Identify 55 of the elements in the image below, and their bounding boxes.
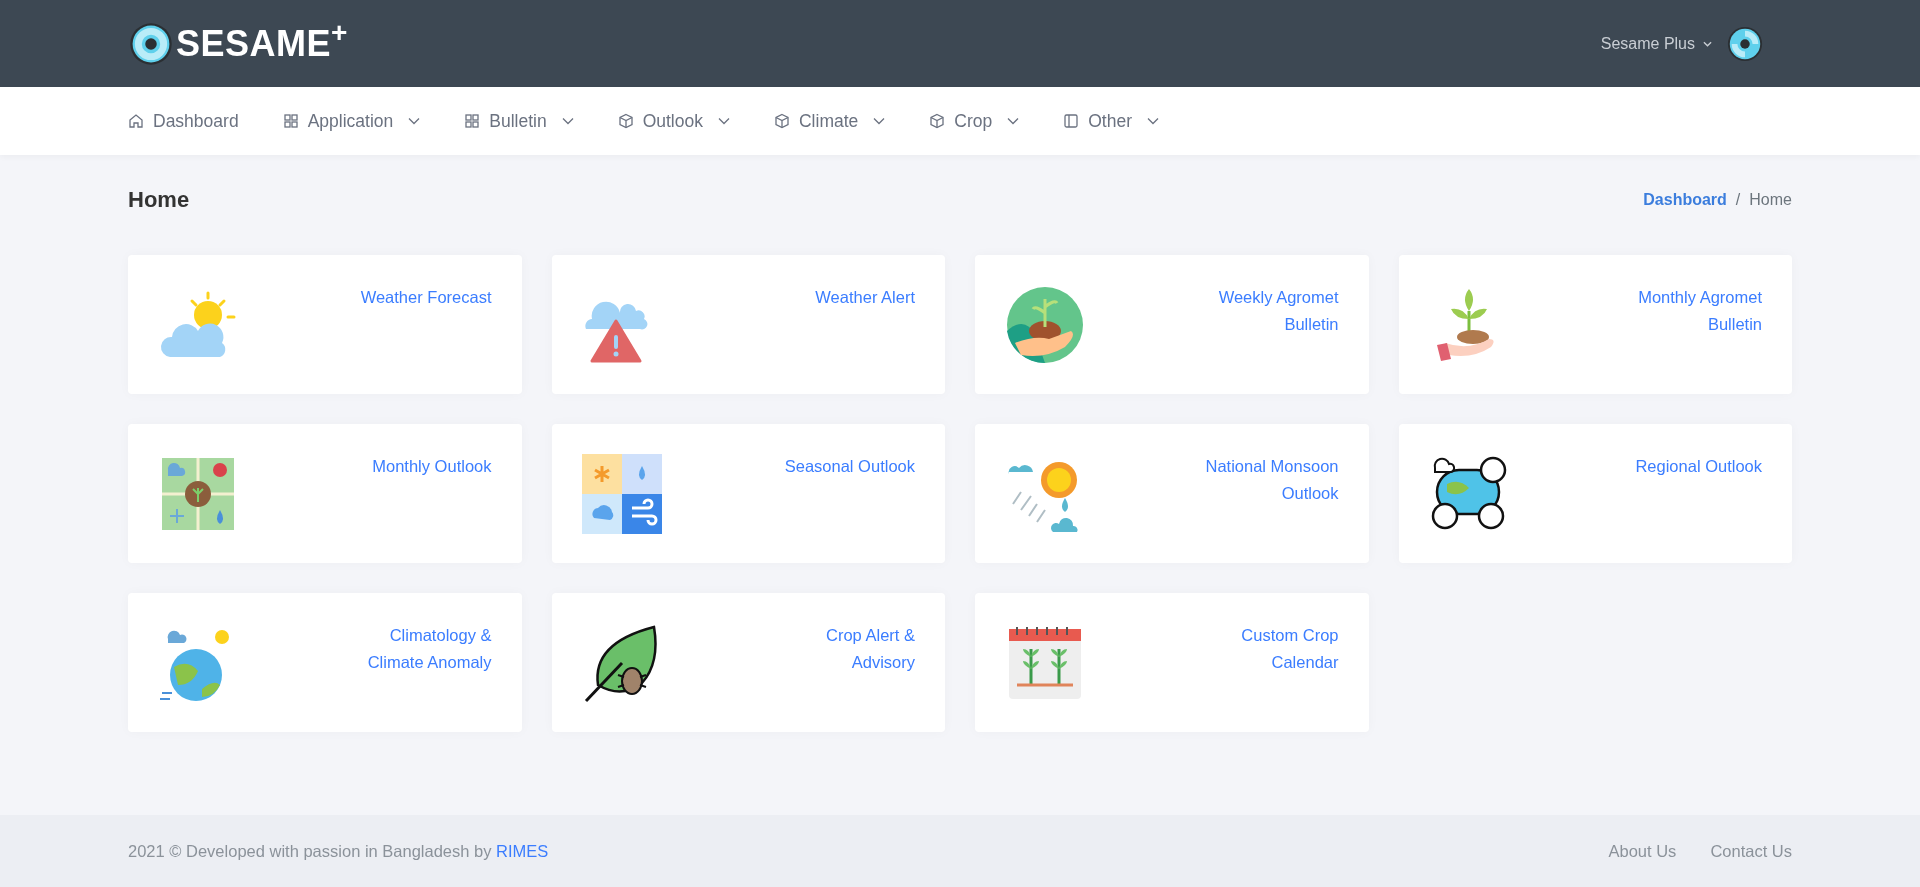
card-title[interactable]: Weekly Agromet Bulletin: [1218, 284, 1339, 338]
chevron-down-icon: [1147, 117, 1159, 125]
dashboard-card[interactable]: Seasonal Outlook: [551, 424, 945, 563]
user-menu[interactable]: Sesame Plus: [1600, 34, 1712, 53]
dashboard-card[interactable]: Custom Crop Calendar: [975, 593, 1369, 732]
card-title[interactable]: Climatology & Climate Anomaly: [367, 622, 492, 676]
nav-item[interactable]: Outlook: [617, 110, 730, 132]
dashboard-card[interactable]: Crop Alert & Advisory: [551, 593, 945, 732]
chevron-down-icon: [561, 117, 574, 125]
grid-icon: [282, 113, 299, 129]
nav-item[interactable]: Application: [282, 110, 421, 132]
card-title[interactable]: Crop Alert & Advisory: [826, 622, 915, 676]
nav-item[interactable]: Dashboard: [128, 110, 239, 132]
cube-icon: [929, 113, 946, 129]
page-title: Home: [128, 187, 190, 213]
footer-link[interactable]: About Us: [1608, 841, 1677, 861]
breadcrumb-link[interactable]: Dashboard: [1643, 191, 1727, 209]
nav-item[interactable]: Other: [1063, 110, 1159, 132]
nav-item[interactable]: Climate: [773, 110, 886, 132]
dashboard-card[interactable]: Regional Outlook: [1398, 424, 1792, 563]
grid-icon: [464, 113, 481, 129]
chevron-down-icon: [717, 117, 730, 125]
dashboard-card[interactable]: Monthly Outlook: [128, 424, 522, 563]
nav-item[interactable]: Bulletin: [464, 110, 574, 132]
breadcrumb-current: Home: [1749, 191, 1792, 209]
cube-icon: [773, 113, 790, 129]
card-title[interactable]: Custom Crop Calendar: [1241, 622, 1339, 676]
season-tiles-icon: [581, 454, 662, 534]
nav-item[interactable]: Crop: [929, 110, 1020, 132]
card-title[interactable]: Weather Alert: [815, 284, 915, 311]
logo-text[interactable]: SESAME$^{+}$: [176, 22, 348, 65]
dashboard-card[interactable]: Weather Alert: [551, 255, 945, 394]
card-title[interactable]: Monthly Agromet Bulletin: [1638, 284, 1762, 338]
dashboard-card[interactable]: National Monsoon Outlook: [975, 424, 1369, 563]
dashboard-card[interactable]: Weather Forecast: [128, 255, 522, 394]
footer-link[interactable]: Contact Us: [1710, 841, 1792, 861]
copyright-text: 2021 © Developed with passion in Bangladesh by RIMES: [128, 841, 549, 861]
home-icon: [128, 113, 144, 129]
card-title[interactable]: Seasonal Outlook: [784, 453, 915, 480]
chevron-down-icon: [873, 117, 886, 125]
card-title[interactable]: National Monsoon Outlook: [1205, 453, 1339, 507]
breadcrumb-separator: /: [1735, 191, 1741, 209]
dashboard-card[interactable]: Monthly Agromet Bulletin: [1398, 255, 1792, 394]
chevron-down-icon: [408, 117, 421, 125]
chevron-down-icon: [1703, 40, 1712, 47]
cube-icon: [617, 113, 634, 129]
rimes-link[interactable]: RIMES: [496, 841, 549, 860]
dashboard-card[interactable]: Weekly Agromet Bulletin: [975, 255, 1369, 394]
sidebar-panel-icon: [1063, 113, 1080, 129]
plant-in-hand-icon: [1005, 285, 1085, 365]
card-title[interactable]: Weather Forecast: [360, 284, 492, 311]
card-title[interactable]: Monthly Outlook: [372, 453, 492, 480]
card-title[interactable]: Regional Outlook: [1635, 453, 1762, 480]
dashboard-card[interactable]: Climatology & Climate Anomaly: [128, 593, 522, 732]
chevron-down-icon: [1007, 117, 1020, 125]
